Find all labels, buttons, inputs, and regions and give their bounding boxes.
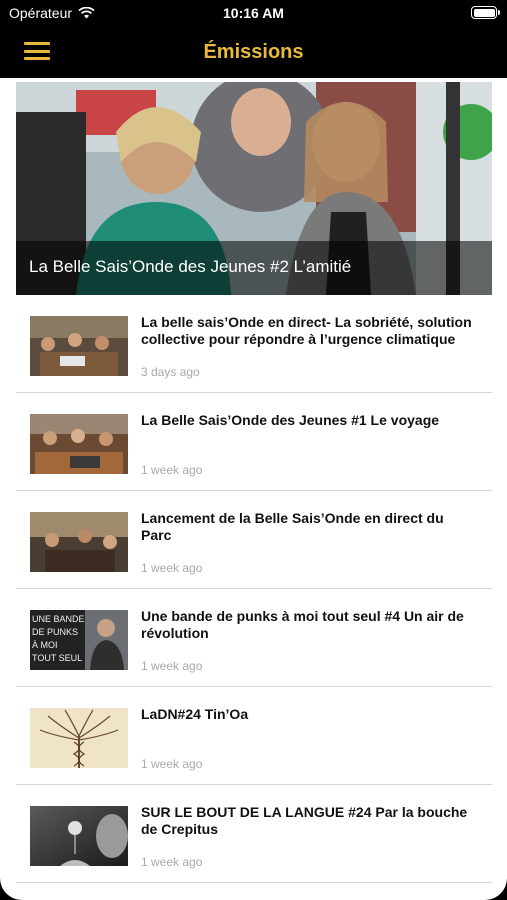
battery-icon xyxy=(471,6,500,19)
featured-caption: La Belle Sais’Onde des Jeunes #2 L’amiti… xyxy=(16,241,492,295)
list-item[interactable]: Lancement de la Belle Sais’Onde en direc… xyxy=(16,491,492,589)
episode-thumbnail xyxy=(30,414,128,474)
episode-thumbnail: UNE BANDE DE PUNKS À MOI TOUT SEUL xyxy=(30,610,128,670)
episode-thumbnail xyxy=(30,806,128,866)
episode-date: 1 week ago xyxy=(141,757,203,771)
svg-text:TOUT SEUL: TOUT SEUL xyxy=(32,653,82,663)
svg-text:UNE BANDE: UNE BANDE xyxy=(32,614,85,624)
episode-title: La belle sais’Onde en direct- La sobriét… xyxy=(141,314,472,347)
episode-date: 1 week ago xyxy=(141,463,203,477)
status-bar: Opérateur 10:16 AM xyxy=(0,0,507,28)
episode-thumbnail xyxy=(30,316,128,376)
featured-title: La Belle Sais’Onde des Jeunes #2 L’amiti… xyxy=(29,257,352,276)
episode-date: 1 week ago xyxy=(141,659,203,673)
featured-episode[interactable]: La Belle Sais’Onde des Jeunes #2 L’amiti… xyxy=(16,82,492,295)
list-item[interactable]: SUR LE BOUT DE LA LANGUE #24 Par la bouc… xyxy=(16,785,492,883)
list-item[interactable]: LaDN#24 Tin’Oa 1 week ago xyxy=(16,687,492,785)
clock: 10:16 AM xyxy=(223,5,284,21)
episode-date: 1 week ago xyxy=(141,561,203,575)
episode-thumbnail xyxy=(30,708,128,768)
list-item[interactable]: La belle sais’Onde en direct- La sobriét… xyxy=(16,295,492,393)
episode-title: La Belle Sais’Onde des Jeunes #1 Le voya… xyxy=(141,412,440,428)
svg-text:À MOI: À MOI xyxy=(32,640,58,650)
navigation-bar: Émissions xyxy=(0,28,507,78)
list-item[interactable]: UNE BANDE DE PUNKS À MOI TOUT SEUL Une b… xyxy=(16,589,492,687)
episode-date: 1 week ago xyxy=(141,855,203,869)
episode-list: La belle sais’Onde en direct- La sobriét… xyxy=(16,295,492,883)
episode-date: 3 days ago xyxy=(141,365,200,379)
episode-title: Lancement de la Belle Sais’Onde en direc… xyxy=(141,510,444,543)
episode-title: Une bande de punks à moi tout seul #4 Un… xyxy=(141,608,464,641)
svg-text:DE PUNKS: DE PUNKS xyxy=(32,627,78,637)
episode-thumbnail xyxy=(30,512,128,572)
content-area: La Belle Sais’Onde des Jeunes #2 L’amiti… xyxy=(0,78,507,900)
episode-title: LaDN#24 Tin’Oa xyxy=(141,706,249,722)
page-title: Émissions xyxy=(203,41,304,63)
list-item[interactable]: La Belle Sais’Onde des Jeunes #1 Le voya… xyxy=(16,393,492,491)
episode-title: SUR LE BOUT DE LA LANGUE #24 Par la bouc… xyxy=(141,804,468,837)
